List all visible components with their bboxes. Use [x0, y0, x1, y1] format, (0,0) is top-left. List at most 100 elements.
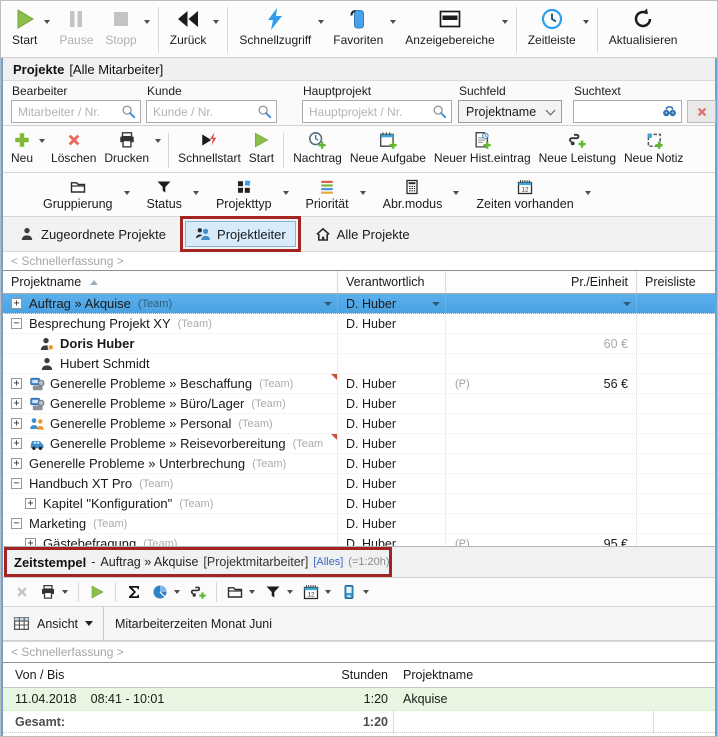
play-small-button[interactable]	[84, 581, 110, 603]
priorität-button[interactable]: Priorität	[296, 176, 373, 216]
löschen-button[interactable]: Löschen	[48, 129, 99, 172]
responsible-name: D. Huber	[346, 417, 396, 431]
bearbeiter-input[interactable]	[18, 105, 121, 119]
zurück-button[interactable]: Zurück	[164, 3, 223, 57]
hauptprojekt-input[interactable]	[309, 105, 432, 119]
favoriten-button[interactable]: Favoriten	[327, 3, 399, 57]
column-header-stunden[interactable]: Stunden	[253, 663, 388, 687]
folder-icon	[70, 179, 86, 195]
project-name-cell: Hubert Schmidt	[3, 354, 338, 373]
project-row[interactable]: +Generelle Probleme » Reisevorbereitung(…	[3, 434, 715, 454]
gruppierung-button[interactable]: Gruppierung	[33, 176, 137, 216]
project-row[interactable]: +Generelle Probleme » Büro/Lager(Team)D.…	[3, 394, 715, 414]
workstation-icon	[29, 396, 45, 412]
price-note: (P)	[455, 378, 470, 390]
service-plus-button[interactable]	[185, 581, 211, 603]
column-header-verantwortlich[interactable]: Verantwortlich	[338, 271, 446, 293]
drucken-button[interactable]: Drucken	[101, 129, 162, 172]
team-label: (Team)	[178, 318, 212, 330]
ansicht-button[interactable]: Ansicht	[3, 607, 103, 640]
team-label: (Team	[293, 438, 324, 450]
timestamp-role: [Projektmitarbeiter]	[203, 555, 308, 569]
column-header-pr-einheit[interactable]: Pr./Einheit	[446, 271, 637, 293]
svg-text:12: 12	[307, 591, 315, 598]
expander-plus-icon[interactable]: +	[11, 458, 22, 469]
expander-plus-icon[interactable]: +	[25, 498, 36, 509]
expander-plus-icon[interactable]: +	[11, 298, 22, 309]
neue-leistung-button[interactable]: Neue Leistung	[536, 129, 619, 172]
project-row[interactable]: −Marketing(Team)D. Huber	[3, 514, 715, 534]
expander-plus-icon[interactable]: +	[11, 378, 22, 389]
tab-alle-projekte[interactable]: Alle Projekte	[306, 222, 419, 246]
pie-button[interactable]	[147, 581, 185, 603]
neuer-hist-eintrag-button[interactable]: Neuer Hist.eintrag	[431, 129, 534, 172]
service-plus-icon	[568, 131, 586, 149]
zeitleiste-button[interactable]: Zeitleiste	[522, 3, 592, 57]
printer-button[interactable]	[35, 581, 73, 603]
expander-minus-icon[interactable]: −	[11, 518, 22, 529]
expander-plus-icon[interactable]: +	[11, 438, 22, 449]
abr-modus-button[interactable]: Abr.modus	[373, 176, 467, 216]
search-icon[interactable]	[121, 104, 136, 119]
search-icon[interactable]	[257, 104, 272, 119]
car-icon	[29, 436, 45, 452]
project-row[interactable]: +Generelle Probleme » Unterbrechung(Team…	[3, 454, 715, 474]
expander-minus-icon[interactable]: −	[11, 318, 22, 329]
neue-aufgabe-button[interactable]: Neue Aufgabe	[347, 129, 429, 172]
expander-plus-icon[interactable]: +	[11, 398, 22, 409]
expander-minus-icon[interactable]: −	[11, 478, 22, 489]
project-row[interactable]: −Handbuch XT Pro(Team)D. Huber	[3, 474, 715, 494]
start-button[interactable]: Start	[246, 129, 277, 172]
price-cell	[446, 454, 637, 473]
project-row[interactable]: +Generelle Probleme » Personal(Team)D. H…	[3, 414, 715, 434]
clear-search-button[interactable]	[687, 100, 716, 123]
responsible-cell: D. Huber	[338, 494, 446, 513]
project-row[interactable]: Hubert Schmidt	[3, 354, 715, 374]
time-entry-row[interactable]: 11.04.2018 08:41 - 10:01 1:20 Akquise	[3, 688, 715, 711]
column-header-projektname[interactable]: Projektname	[403, 663, 473, 687]
kunde-label: Kunde	[146, 84, 277, 98]
schnellzugriff-button[interactable]: Schnellzugriff	[233, 3, 327, 57]
expander-plus-icon[interactable]: +	[11, 418, 22, 429]
anzeigebereiche-button[interactable]: Anzeigebereiche	[399, 3, 510, 57]
device-button[interactable]	[336, 581, 374, 603]
aktualisieren-button[interactable]: Aktualisieren	[603, 3, 684, 57]
quick-entry-row[interactable]: < Schnellerfassung >	[3, 251, 715, 271]
pricelist-cell	[637, 374, 715, 393]
projekttyp-button[interactable]: Projekttyp	[206, 176, 296, 216]
funnel-button[interactable]	[260, 581, 298, 603]
project-row[interactable]: −Besprechung Projekt XY(Team)D. Huber	[3, 314, 715, 334]
quick-entry-row-times[interactable]: < Schnellerfassung >	[3, 641, 715, 663]
button-label: Neuer Hist.eintrag	[434, 151, 531, 165]
suchfeld-select[interactable]: Projektname	[458, 100, 562, 123]
suchtext-field	[573, 100, 682, 123]
folder-button[interactable]	[222, 581, 260, 603]
binoculars-icon[interactable]	[662, 104, 677, 119]
zeiten-vorhanden-button[interactable]: 12Zeiten vorhanden	[466, 176, 597, 216]
neu-button[interactable]: Neu	[8, 129, 46, 172]
status-button[interactable]: Status	[137, 176, 206, 216]
suchtext-input[interactable]	[580, 105, 662, 119]
project-row[interactable]: Doris Huber60 €	[3, 334, 715, 354]
calendar-check-button[interactable]: 12	[298, 581, 336, 603]
start-button[interactable]: Start	[6, 3, 53, 57]
neue-notiz-button[interactable]: Neue Notiz	[621, 129, 686, 172]
service-plus-icon	[190, 584, 206, 600]
search-icon[interactable]	[432, 104, 447, 119]
tab-projektleiter[interactable]: Projektleiter	[185, 221, 296, 247]
sigma-button[interactable]	[121, 581, 147, 603]
timestamp-title: Zeitstempel	[14, 555, 86, 570]
project-row[interactable]: +Kapitel "Konfiguration"(Team)D. Huber	[3, 494, 715, 514]
project-row[interactable]: +Gästebefragung(Team)D. Huber(P)95 €	[3, 534, 715, 546]
kunde-input[interactable]	[153, 105, 257, 119]
column-header-preisliste[interactable]: Preisliste	[637, 271, 715, 293]
expander-plus-icon[interactable]: +	[25, 538, 36, 546]
project-row[interactable]: +Auftrag » Akquise(Team)D. Huber	[3, 294, 715, 314]
nachtrag-button[interactable]: Nachtrag	[290, 129, 345, 172]
tab-zugeordnete-projekte[interactable]: Zugeordnete Projekte	[10, 222, 175, 246]
column-header-von-bis[interactable]: Von / Bis	[15, 663, 64, 687]
column-header-projektname[interactable]: Projektname	[3, 271, 338, 293]
project-row[interactable]: +Generelle Probleme » Beschaffung(Team)D…	[3, 374, 715, 394]
schnellstart-button[interactable]: Schnellstart	[175, 129, 244, 172]
project-name: Handbuch XT Pro	[29, 476, 132, 491]
